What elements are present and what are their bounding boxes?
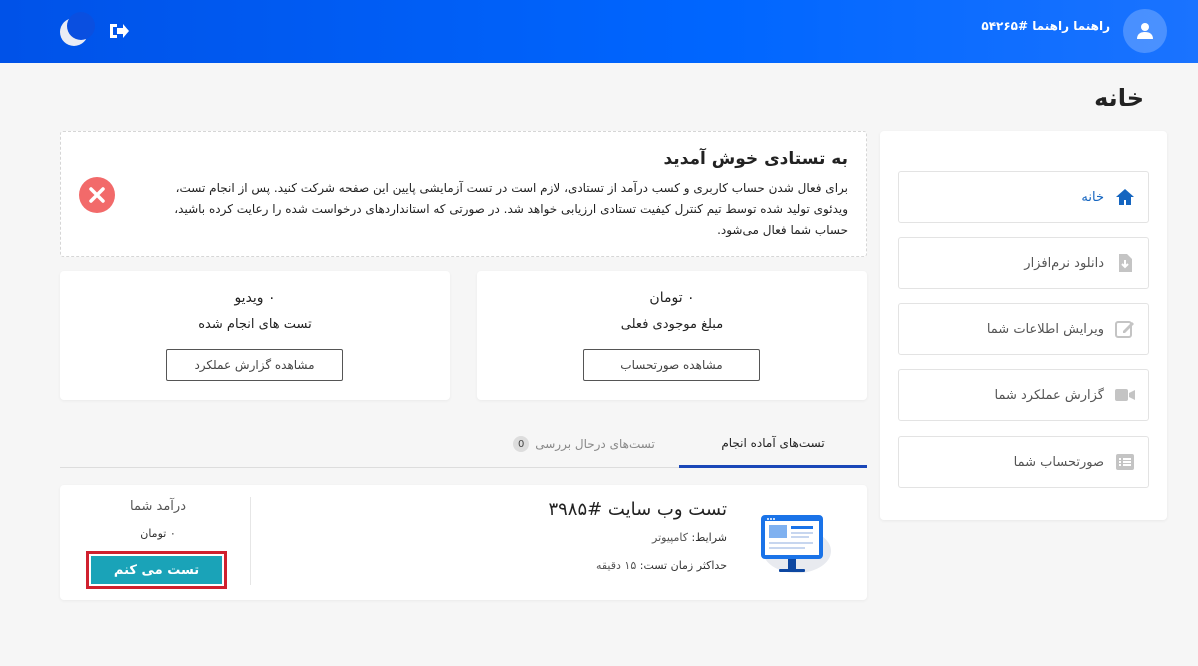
welcome-alert: به تستادی خوش آمدید برای فعال شدن حساب ک… — [60, 131, 867, 257]
home-icon — [1116, 189, 1134, 205]
sidebar-item-label: دانلود نرم‌افزار — [1024, 255, 1104, 271]
list-icon — [1116, 454, 1134, 470]
dark-mode-toggle[interactable] — [58, 12, 98, 52]
close-icon[interactable] — [79, 177, 115, 213]
sidebar-item-edit-profile[interactable]: ویرایش اطلاعات شما — [898, 303, 1149, 355]
time-value: ۱۵ دقیقه — [595, 559, 637, 572]
videos-stat-card: ۰ ویدیو تست های انجام شده مشاهده گزارش ع… — [60, 271, 450, 400]
videos-label: تست های انجام شده — [198, 317, 312, 332]
test-condition: شرایط: کامپیوتر — [652, 531, 727, 544]
test-title: تست وب سایت #۳۹۸۵ — [548, 499, 727, 520]
sidebar-item-label: خانه — [1081, 189, 1104, 205]
view-performance-report-button[interactable]: مشاهده گزارش عملکرد — [166, 349, 343, 381]
top-bar: راهنما راهنما #۵۴۲۶۵ — [0, 0, 1198, 63]
sidebar-item-home[interactable]: خانه — [898, 171, 1149, 223]
sidebar-item-label: گزارش عملکرد شما — [994, 387, 1104, 403]
card-divider — [250, 497, 251, 585]
tests-tabs: تست‌های آماده انجام تست‌های درحال بررسی … — [60, 420, 867, 468]
edit-icon — [1115, 321, 1134, 338]
view-invoice-button[interactable]: مشاهده صورتحساب — [583, 349, 760, 381]
theme-toggle-knob — [67, 12, 95, 40]
balance-label: مبلغ موجودی فعلی — [620, 317, 724, 332]
videos-count: ۰ ویدیو — [234, 290, 276, 306]
avatar[interactable] — [1123, 9, 1167, 53]
test-card: تست وب سایت #۳۹۸۵ شرایط: کامپیوتر حداکثر… — [60, 485, 867, 600]
test-max-time: حداکثر زمان تست: ۱۵ دقیقه — [596, 559, 727, 572]
video-camera-icon — [1115, 389, 1135, 401]
sidebar-item-label: ویرایش اطلاعات شما — [986, 321, 1104, 337]
tab-label: تست‌های درحال بررسی — [535, 437, 655, 451]
tab-label: تست‌های آماده انجام — [721, 435, 825, 450]
tab-ready-tests[interactable]: تست‌های آماده انجام — [679, 420, 867, 468]
condition-label: شرایط: — [691, 531, 727, 544]
page-title: خانه — [1094, 84, 1144, 112]
income-label: درآمد شما — [130, 499, 186, 514]
review-count-badge: 0 — [513, 436, 530, 452]
sidebar-item-download[interactable]: دانلود نرم‌افزار — [898, 237, 1149, 289]
download-file-icon — [1119, 254, 1132, 272]
user-icon — [1137, 23, 1153, 39]
sidebar-item-invoice[interactable]: صورتحساب شما — [898, 436, 1149, 488]
balance-stat-card: ۰ تومان مبلغ موجودی فعلی مشاهده صورتحساب — [477, 271, 867, 400]
website-monitor-icon — [761, 515, 831, 573]
sidebar-item-performance[interactable]: گزارش عملکرد شما — [898, 369, 1149, 421]
start-test-button-highlight: تست می کنم — [86, 551, 227, 589]
balance-amount: ۰ تومان — [649, 290, 695, 306]
welcome-title: به تستادی خوش آمدید — [663, 149, 848, 169]
sidebar-item-label: صورتحساب شما — [1013, 454, 1104, 470]
user-name[interactable]: راهنما راهنما #۵۴۲۶۵ — [981, 19, 1110, 33]
logout-icon[interactable] — [108, 21, 130, 41]
tab-review-tests[interactable]: تست‌های درحال بررسی 0 — [490, 420, 678, 468]
x-mark-icon — [89, 187, 105, 203]
welcome-message: برای فعال شدن حساب کاربری و کسب درآمد از… — [174, 181, 848, 237]
start-test-button[interactable]: تست می کنم — [91, 556, 222, 584]
sidebar: خانه دانلود نرم‌افزار ویرایش اطلاعات شما… — [880, 131, 1167, 520]
income-value: ۰ تومان — [140, 527, 176, 540]
time-label: حداکثر زمان تست: — [639, 559, 727, 572]
condition-value: کامپیوتر — [652, 531, 688, 544]
